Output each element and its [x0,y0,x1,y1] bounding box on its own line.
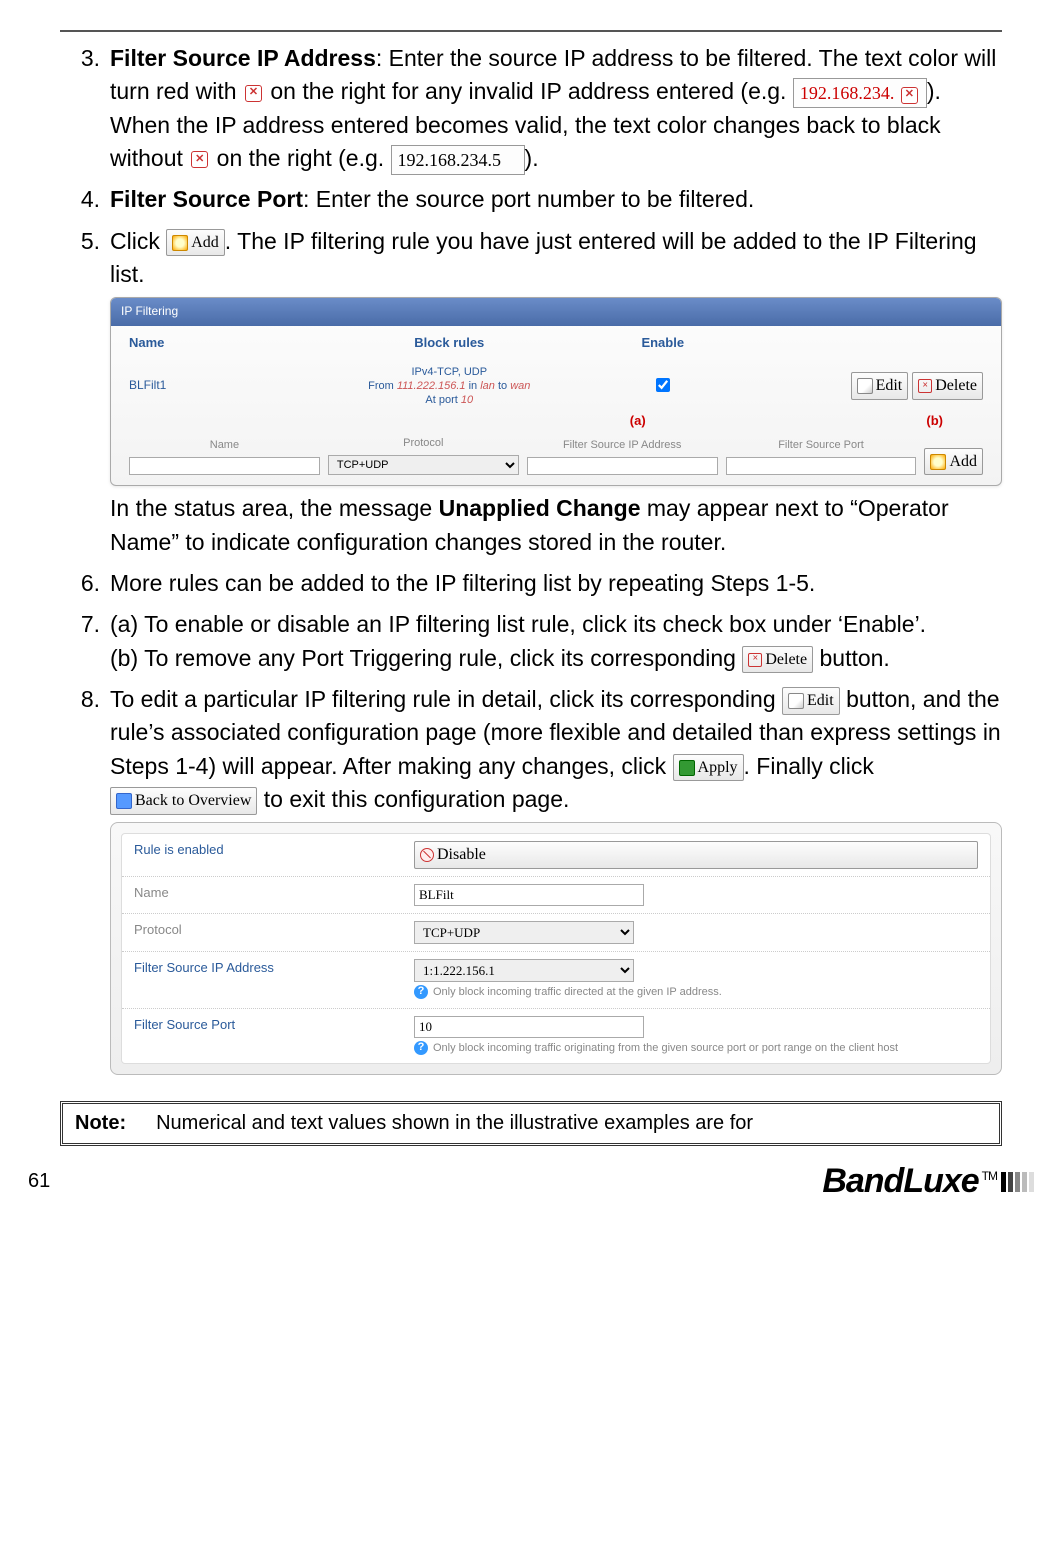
text: on the right (e.g. [217,145,385,171]
top-rule [60,30,1002,32]
text: to exit this configuration page. [257,786,569,812]
delete-icon: × [748,653,762,667]
label-src-port: Filter Source Port [726,438,917,454]
step-number: 3. [60,42,100,175]
step-title: Filter Source IP Address [110,45,376,71]
step-number: 5. [60,225,100,559]
label-src-ip: Filter Source IP Address [527,438,718,454]
text: button. [813,645,890,671]
bars-icon [1001,1172,1034,1192]
instruction-list: 3. Filter Source IP Address : Enter the s… [60,42,1002,1081]
step-number: 7. [60,608,100,675]
note-text: Numerical and text values shown in the i… [156,1112,753,1135]
help-text: Only block incoming traffic originating … [433,1041,898,1057]
error-x-icon: ✕ [191,151,208,168]
unapplied-change: Unapplied Change [439,495,641,521]
text: To edit a particular IP filtering rule i… [110,686,776,712]
edit-icon [857,378,873,394]
disable-button[interactable]: Disable [414,841,978,868]
label-protocol: Protocol [134,921,414,940]
info-icon: ? [414,985,428,999]
add-button[interactable]: Add [924,448,983,475]
text: More rules can be added to the IP filter… [110,567,1002,600]
back-icon [116,793,132,809]
protocol-select[interactable]: TCP+UDP [328,455,519,475]
note-label: Note: [75,1112,126,1135]
step-number: 4. [60,183,100,216]
step-5: 5. Click Add. The IP filtering rule you … [60,225,1002,559]
text: on the right for any invalid IP address … [270,78,786,104]
back-button[interactable]: Back to Overview [110,787,257,814]
label-name: Name [134,884,414,903]
col-rules: Block rules [343,334,557,353]
text: (b) To remove any Port Triggering rule, … [110,645,736,671]
col-enable: Enable [556,334,770,353]
step-title: Filter Source Port [110,186,303,212]
step-8: 8. To edit a particular IP filtering rul… [60,683,1002,1081]
trademark: TM [982,1169,997,1183]
step-7: 7. (a) To enable or disable an IP filter… [60,608,1002,675]
delete-button[interactable]: ×Delete [912,372,983,399]
disable-icon [420,848,434,862]
src-ip-input[interactable] [527,457,718,475]
annotation-a: (a) [536,412,740,431]
ip-filtering-screenshot: IP Filtering Name Block rules Enable BLF… [110,297,1002,486]
add-button[interactable]: Add [166,229,225,256]
valid-ip-example: 192.168.234.5 [391,145,525,175]
rule-block: IPv4-TCP, UDP From 111.222.156.1 in lan … [343,365,557,408]
apply-button[interactable]: Apply [673,754,744,781]
panel-title: IP Filtering [111,298,1001,325]
src-port-input[interactable] [726,457,917,475]
enable-checkbox[interactable] [656,378,670,392]
label-rule-enabled: Rule is enabled [134,841,414,860]
note-box: Note: Numerical and text values shown in… [60,1101,1002,1146]
rule-row: BLFilt1 IPv4-TCP, UDP From 111.222.156.1… [111,361,1001,412]
rule-config-screenshot: Rule is enabled Disable Name Protocol TC… [110,822,1002,1075]
name-input[interactable] [414,884,644,906]
delete-button[interactable]: ×Delete [742,646,813,673]
delete-icon: × [918,379,932,393]
text: ). [525,145,539,171]
label-name: Name [129,438,320,454]
text: In the status area, the message [110,495,439,521]
edit-button[interactable]: Edit [851,372,909,399]
label-filter-src-ip: Filter Source IP Address [134,959,414,978]
page-number: 61 [28,1170,50,1193]
text: . The IP filtering rule you have just en… [110,228,977,287]
name-input[interactable] [129,457,320,475]
text: : Enter the source port number to be fil… [303,186,754,212]
rule-name: BLFilt1 [129,377,343,394]
info-icon: ? [414,1041,428,1055]
text: . Finally click [744,753,874,779]
label-protocol: Protocol [328,436,519,452]
label-filter-src-port: Filter Source Port [134,1016,414,1035]
help-text: Only block incoming traffic directed at … [433,985,722,1001]
edit-icon [788,693,804,709]
add-icon [172,235,188,251]
protocol-select[interactable]: TCP+UDP [414,921,634,944]
edit-button[interactable]: Edit [782,687,840,714]
add-icon [930,454,946,470]
error-x-icon: ✕ [245,85,262,102]
step-3: 3. Filter Source IP Address: Enter the s… [60,42,1002,175]
step-number: 6. [60,567,100,600]
step-4: 4. Filter Source Port: Enter the source … [60,183,1002,216]
brand-logo: BandLuxeTM [822,1162,997,1201]
text: Click [110,228,160,254]
step-number: 8. [60,683,100,1081]
src-port-input[interactable] [414,1016,644,1038]
annotation-b: (b) [740,412,984,431]
invalid-ip-example: 192.168.234. ✕ [793,78,927,108]
col-name: Name [129,334,343,353]
src-ip-select[interactable]: 1:1.222.156.1 [414,959,634,982]
text: (a) To enable or disable an IP filtering… [110,608,1002,641]
page-footer: 61 BandLuxeTM [0,1156,1062,1213]
apply-icon [679,760,695,776]
error-x-icon: ✕ [901,87,918,104]
step-6: 6. More rules can be added to the IP fil… [60,567,1002,600]
